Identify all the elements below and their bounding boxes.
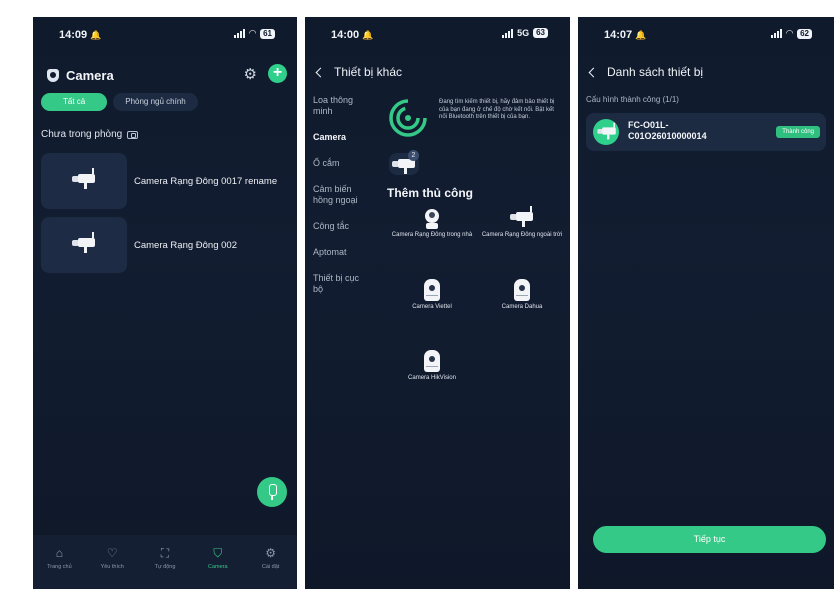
status-time: 14:09	[59, 29, 88, 41]
category-switch[interactable]: Công tắc	[313, 221, 383, 232]
outdoor-camera-icon	[508, 206, 536, 229]
status-bar: 14:07 🔔 ◠ 62	[578, 27, 834, 43]
signal-icon	[502, 28, 514, 38]
indoor-camera-icon	[425, 209, 439, 229]
bell-icon: 🔔	[90, 30, 102, 40]
nav-settings[interactable]: ⚙ Cài đặt	[247, 545, 295, 589]
header: Danh sách thiết bị	[588, 65, 704, 79]
outdoor-camera-icon	[596, 122, 618, 141]
camera-card[interactable]: Camera Rạng Đông 002	[41, 217, 293, 273]
manual-rang-dong-indoor[interactable]: Camera Rạng Đông trong nhà	[389, 209, 475, 239]
manual-item-label: Camera HikVision	[408, 375, 456, 381]
scanning-icon	[389, 99, 427, 137]
found-count-badge: 2	[408, 150, 419, 161]
nav-favorites[interactable]: ♡ Yêu thích	[88, 545, 136, 589]
category-smart-speaker[interactable]: Loa thông minh	[313, 95, 361, 117]
nav-label: Tự động	[154, 564, 176, 570]
category-camera[interactable]: Camera	[313, 132, 383, 143]
nav-label: Camera	[208, 564, 228, 570]
page-title: Danh sách thiết bị	[607, 65, 704, 79]
nav-camera[interactable]: ⛉ Camera	[194, 545, 242, 589]
heart-icon: ♡	[106, 546, 118, 560]
camera-shield-icon: ⛉	[213, 546, 223, 560]
continue-button[interactable]: Tiếp tục	[593, 526, 826, 553]
status-bar: 14:09 🔔 ◠ 61	[33, 27, 297, 43]
config-success-label: Cấu hình thành công (1/1)	[586, 95, 679, 104]
header: Thiết bị khác	[315, 65, 403, 79]
battery-icon: 61	[260, 28, 275, 39]
nav-label: Trang chủ	[47, 564, 72, 570]
automation-icon: ⛶	[160, 546, 170, 560]
manual-rang-dong-outdoor[interactable]: Camera Rạng Đông ngoài trời	[479, 206, 565, 239]
tab-all[interactable]: Tất cả	[41, 93, 108, 111]
tab-master-bedroom[interactable]: Phòng ngủ chính	[113, 93, 198, 111]
camera-header: Camera ⚙ +	[47, 64, 287, 86]
wifi-icon: ◠	[249, 28, 257, 38]
manual-item-label: Camera Viettel	[412, 304, 452, 310]
device-list-screen: 14:07 🔔 ◠ 62 Danh sách thiết bị Cấu hình …	[578, 17, 834, 589]
gear-icon: ⚙	[265, 546, 276, 560]
camera-thumbnail	[41, 217, 127, 273]
category-local-device[interactable]: Thiết bị cục bộ	[313, 273, 371, 295]
nav-label: Cài đặt	[261, 564, 280, 570]
camera-thumbnail	[41, 153, 127, 209]
device-card[interactable]: FC-O01L-C01O26010000014 Thành công	[586, 113, 826, 151]
device-name: FC-O01L-C01O26010000014	[628, 120, 707, 141]
battery-icon: 63	[533, 28, 548, 38]
room-tabs: Tất cả Phòng ngủ chính	[41, 93, 198, 111]
camera-card[interactable]: Camera Rạng Đông 0017 rename	[41, 153, 293, 209]
camera-shield-icon	[47, 68, 59, 82]
back-chevron-icon[interactable]	[315, 67, 326, 77]
add-device-button[interactable]: +	[268, 64, 287, 83]
home-icon: ⌂	[55, 546, 64, 560]
status-bar: 14:00 🔔 5G 63	[305, 27, 570, 43]
camera-name: Camera Rạng Đông 002	[134, 239, 237, 251]
other-devices-screen: 14:00 🔔 5G 63 Thiết bị khác Loa thông min…	[305, 17, 570, 589]
dome-camera-icon	[424, 350, 440, 372]
voice-mic-button[interactable]	[257, 477, 287, 507]
network-type: 5G	[517, 28, 530, 38]
room-box-icon[interactable]	[127, 130, 139, 139]
status-badge: Thành công	[776, 126, 820, 138]
scan-instructions: Đang tìm kiếm thiết bị, hãy đảm bảo thiế…	[439, 99, 555, 120]
nav-automation[interactable]: ⛶ Tự động	[141, 545, 189, 589]
bottom-navigation: ⌂ Trang chủ ♡ Yêu thích ⛶ Tự động ⛉ Came…	[33, 535, 297, 589]
manual-viettel[interactable]: Camera Viettel	[389, 279, 475, 311]
camera-list-screen: 14:09 🔔 ◠ 61 Camera ⚙ + Tất cả Phòng ngủ …	[33, 17, 297, 589]
manual-add-title: Thêm thủ công	[387, 186, 473, 200]
status-time: 14:07	[604, 29, 633, 41]
category-ir-sensor[interactable]: Cảm biến hồng ngoại	[313, 184, 369, 206]
wifi-icon: ◠	[786, 28, 794, 38]
manage-settings-icon[interactable]: ⚙	[244, 65, 257, 83]
bell-icon: 🔔	[635, 30, 647, 40]
manual-item-label: Camera Rạng Đông ngoài trời	[481, 232, 563, 238]
status-time: 14:00	[331, 29, 360, 41]
dome-camera-icon	[514, 279, 530, 301]
nav-home[interactable]: ⌂ Trang chủ	[35, 545, 83, 589]
category-list: Loa thông minh Camera Ổ cắm Cảm biến hồn…	[313, 95, 383, 310]
outdoor-camera-icon	[70, 168, 98, 191]
battery-icon: 62	[797, 28, 812, 39]
manual-dahua[interactable]: Camera Dahua	[479, 279, 565, 311]
back-chevron-icon[interactable]	[588, 67, 599, 77]
manual-item-label: Camera Rạng Đông trong nhà	[391, 232, 473, 238]
signal-icon	[771, 29, 783, 38]
device-icon	[593, 119, 619, 145]
camera-name: Camera Rạng Đông 0017 rename	[134, 175, 278, 187]
manual-item-label: Camera Dahua	[501, 304, 543, 310]
section-label: Chưa trong phòng	[41, 129, 123, 140]
category-breaker[interactable]: Aptomat	[313, 247, 383, 258]
category-socket[interactable]: Ổ cắm	[313, 158, 383, 169]
signal-icon	[234, 29, 246, 38]
page-title: Camera	[66, 67, 114, 83]
nav-label: Yêu thích	[100, 564, 124, 570]
page-title: Thiết bị khác	[334, 65, 403, 79]
dome-camera-icon	[424, 279, 440, 301]
bell-icon: 🔔	[362, 30, 374, 40]
outdoor-camera-icon	[70, 232, 98, 255]
manual-hikvision[interactable]: Camera HikVision	[389, 350, 475, 382]
section-unassigned: Chưa trong phòng	[41, 129, 139, 140]
